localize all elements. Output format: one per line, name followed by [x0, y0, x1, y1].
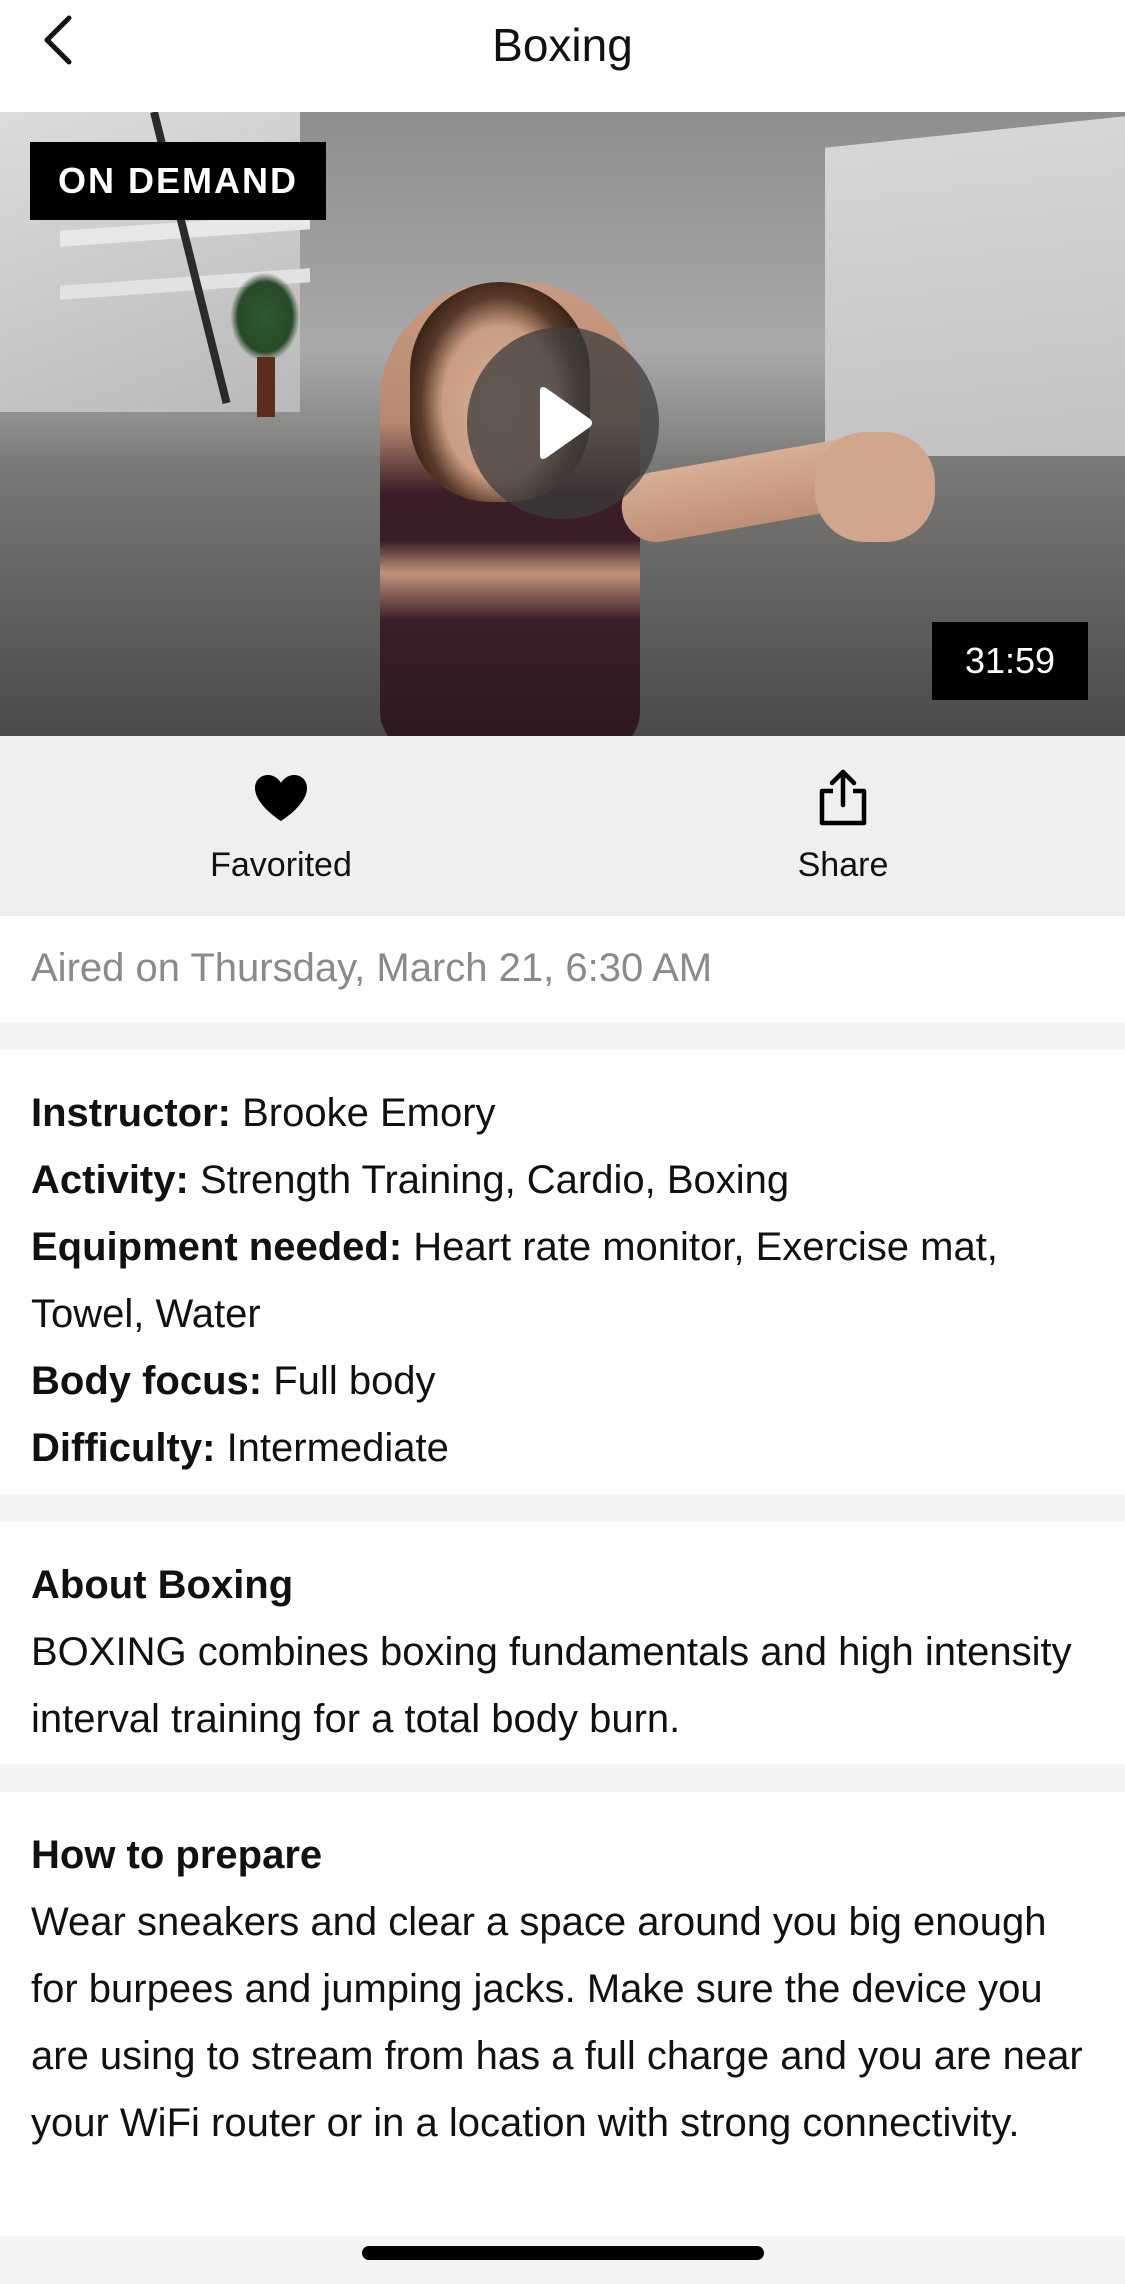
duration-badge: 31:59: [932, 622, 1088, 700]
prepare-section: How to prepare Wear sneakers and clear a…: [0, 1792, 1125, 2236]
equipment-key: Equipment needed:: [31, 1225, 403, 1269]
about-text: BOXING combines boxing fundamentals and …: [31, 1630, 1072, 1741]
activity-key: Activity:: [31, 1158, 189, 1202]
instructor-row: Instructor: Brooke Emory: [31, 1080, 1091, 1147]
heart-icon: [255, 774, 307, 821]
favorite-button[interactable]: Favorited: [0, 736, 562, 916]
about-section: About Boxing BOXING combines boxing fund…: [0, 1522, 1125, 1764]
body-focus-key: Body focus:: [31, 1359, 263, 1403]
home-indicator[interactable]: [362, 2246, 764, 2260]
share-label: Share: [797, 845, 889, 884]
difficulty-value: Intermediate: [226, 1426, 449, 1470]
on-demand-badge: ON DEMAND: [30, 142, 326, 220]
action-bar: Favorited Share: [0, 736, 1125, 916]
about-heading: About Boxing: [31, 1563, 294, 1607]
page-title: Boxing: [492, 19, 633, 71]
body-focus-row: Body focus: Full body: [31, 1348, 1091, 1415]
share-button[interactable]: Share: [562, 736, 1124, 916]
activity-value: Strength Training, Cardio, Boxing: [199, 1158, 790, 1202]
aired-date: Aired on Thursday, March 21, 6:30 AM: [31, 946, 713, 990]
prepare-text: Wear sneakers and clear a space around y…: [31, 1900, 1083, 2145]
play-button[interactable]: [467, 327, 659, 519]
aired-section: Aired on Thursday, March 21, 6:30 AM: [0, 916, 1125, 1022]
class-details-section: Instructor: Brooke Emory Activity: Stren…: [0, 1050, 1125, 1494]
body-focus-value: Full body: [273, 1359, 436, 1403]
instructor-value: Brooke Emory: [242, 1091, 496, 1135]
video-player[interactable]: ON DEMAND 31:59: [0, 112, 1125, 736]
instructor-key: Instructor:: [31, 1091, 231, 1135]
play-icon: [540, 387, 592, 459]
top-nav-bar: Boxing: [0, 0, 1125, 113]
share-icon: [819, 769, 867, 825]
activity-row: Activity: Strength Training, Cardio, Box…: [31, 1147, 1091, 1214]
prepare-heading: How to prepare: [31, 1833, 323, 1877]
favorite-label: Favorited: [210, 845, 352, 884]
difficulty-key: Difficulty:: [31, 1426, 216, 1470]
equipment-row: Equipment needed: Heart rate monitor, Ex…: [31, 1214, 1091, 1348]
difficulty-row: Difficulty: Intermediate: [31, 1415, 1091, 1482]
